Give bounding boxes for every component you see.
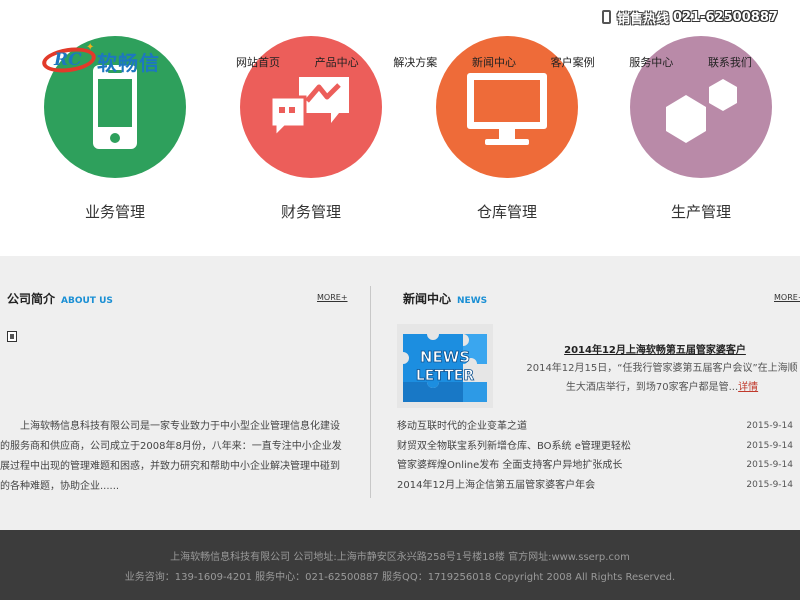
newsletter-text-news: NEWS — [420, 348, 470, 366]
newsletter-image[interactable]: NEWS LETTER — [397, 324, 493, 408]
featured-news-detail-link[interactable]: 详情 — [738, 382, 758, 393]
about-title: 公司简介 — [7, 292, 56, 306]
about-title-en: ABOUT US — [61, 296, 113, 306]
site-logo[interactable]: RC ✦ 软畅信 — [40, 42, 160, 78]
logo-badge-text: RC — [54, 50, 82, 70]
news-title: 新闻中心 — [403, 292, 452, 306]
star-icon: ✦ — [86, 42, 95, 53]
broken-image-icon — [7, 331, 17, 342]
logo-badge: RC ✦ — [40, 42, 98, 78]
news-item-title[interactable]: 2014年12月上海企信第五届管家婆客户年会 — [397, 476, 595, 496]
news-item-title[interactable]: 管家婆辉煌Online发布 全面支持客户异地扩张成长 — [397, 456, 622, 476]
news-title-en: NEWS — [457, 296, 488, 306]
about-heading: 公司简介 ABOUT US — [7, 290, 113, 307]
news-item-date: 2015-9-14 — [746, 479, 793, 490]
about-more-link[interactable]: MORE+ — [317, 293, 348, 302]
list-item[interactable]: 财贸双全物联宝系列新增仓库、BO系统 e管理更轻松 2015-9-14 — [397, 437, 793, 457]
nav-cases[interactable]: 客户案例 — [539, 52, 607, 72]
nav-news[interactable]: 新闻中心 — [460, 52, 528, 72]
main-nav: 网站首页 产品中心 解决方案 新闻中心 客户案例 服务中心 联系我们 — [224, 52, 764, 72]
feature-caption: 财务管理 — [280, 203, 341, 221]
column-divider — [370, 286, 371, 498]
nav-solutions[interactable]: 解决方案 — [381, 52, 449, 72]
feature-caption: 生产管理 — [670, 203, 731, 221]
news-more-link[interactable]: MORE+ — [774, 293, 800, 302]
list-item[interactable]: 管家婆辉煌Online发布 全面支持客户异地扩张成长 2015-9-14 — [397, 456, 793, 476]
about-text: 上海软畅信息科技有限公司是一家专业致力于中小型企业管理信息化建设的服务商和供应商… — [0, 421, 342, 492]
newsletter-text-letter: LETTER — [416, 368, 474, 384]
content-band: 公司简介 ABOUT US MORE+ 上海软畅信息科技有限公司是一家专业致力于… — [0, 256, 800, 530]
featured-news-desc: 2014年12月15日，“任我行管家婆第五届客户会议”在上海顺生大酒店举行，到场… — [524, 359, 800, 397]
chat-bubbles-icon — [269, 77, 349, 141]
footer-address: 上海软畅信息科技有限公司 公司地址:上海市静安区永兴路258号1号楼18楼 官方… — [170, 552, 630, 563]
news-list: 移动互联时代的企业变革之道 2015-9-14 财贸双全物联宝系列新增仓库、BO… — [397, 417, 793, 495]
feature-caption: 仓库管理 — [476, 203, 537, 221]
feature-caption: 业务管理 — [84, 203, 145, 221]
hexagons-icon — [666, 79, 737, 143]
site-footer: 上海软畅信息科技有限公司 公司地址:上海市静安区永兴路258号1号楼18楼 官方… — [0, 530, 800, 600]
news-item-date: 2015-9-14 — [746, 460, 793, 470]
news-item-date: 2015-9-14 — [746, 421, 793, 431]
feature-section: 业务管理 财务管理 仓库管理 生产管理 — [0, 0, 800, 256]
nav-service[interactable]: 服务中心 — [617, 52, 685, 72]
news-item-title[interactable]: 移动互联时代的企业变革之道 — [397, 417, 527, 437]
nav-contact[interactable]: 联系我们 — [696, 52, 764, 72]
logo-text: 软畅信 — [97, 50, 160, 75]
nav-home[interactable]: 网站首页 — [224, 52, 292, 72]
monitor-icon — [467, 73, 547, 145]
news-heading: 新闻中心 NEWS — [403, 290, 487, 307]
list-item[interactable]: 移动互联时代的企业变革之道 2015-9-14 — [397, 417, 793, 437]
nav-products[interactable]: 产品中心 — [303, 52, 371, 72]
footer-contact: 业务咨询：139-1609-4201 服务中心：021-62500887 服务Q… — [124, 572, 676, 583]
news-item-date: 2015-9-14 — [746, 440, 793, 451]
featured-news-title[interactable]: 2014年12月上海软畅第五届管家婆客户 — [510, 341, 800, 356]
list-item[interactable]: 2014年12月上海企信第五届管家婆客户年会 2015-9-14 — [397, 476, 793, 496]
news-item-title[interactable]: 财贸双全物联宝系列新增仓库、BO系统 e管理更轻松 — [397, 437, 631, 457]
